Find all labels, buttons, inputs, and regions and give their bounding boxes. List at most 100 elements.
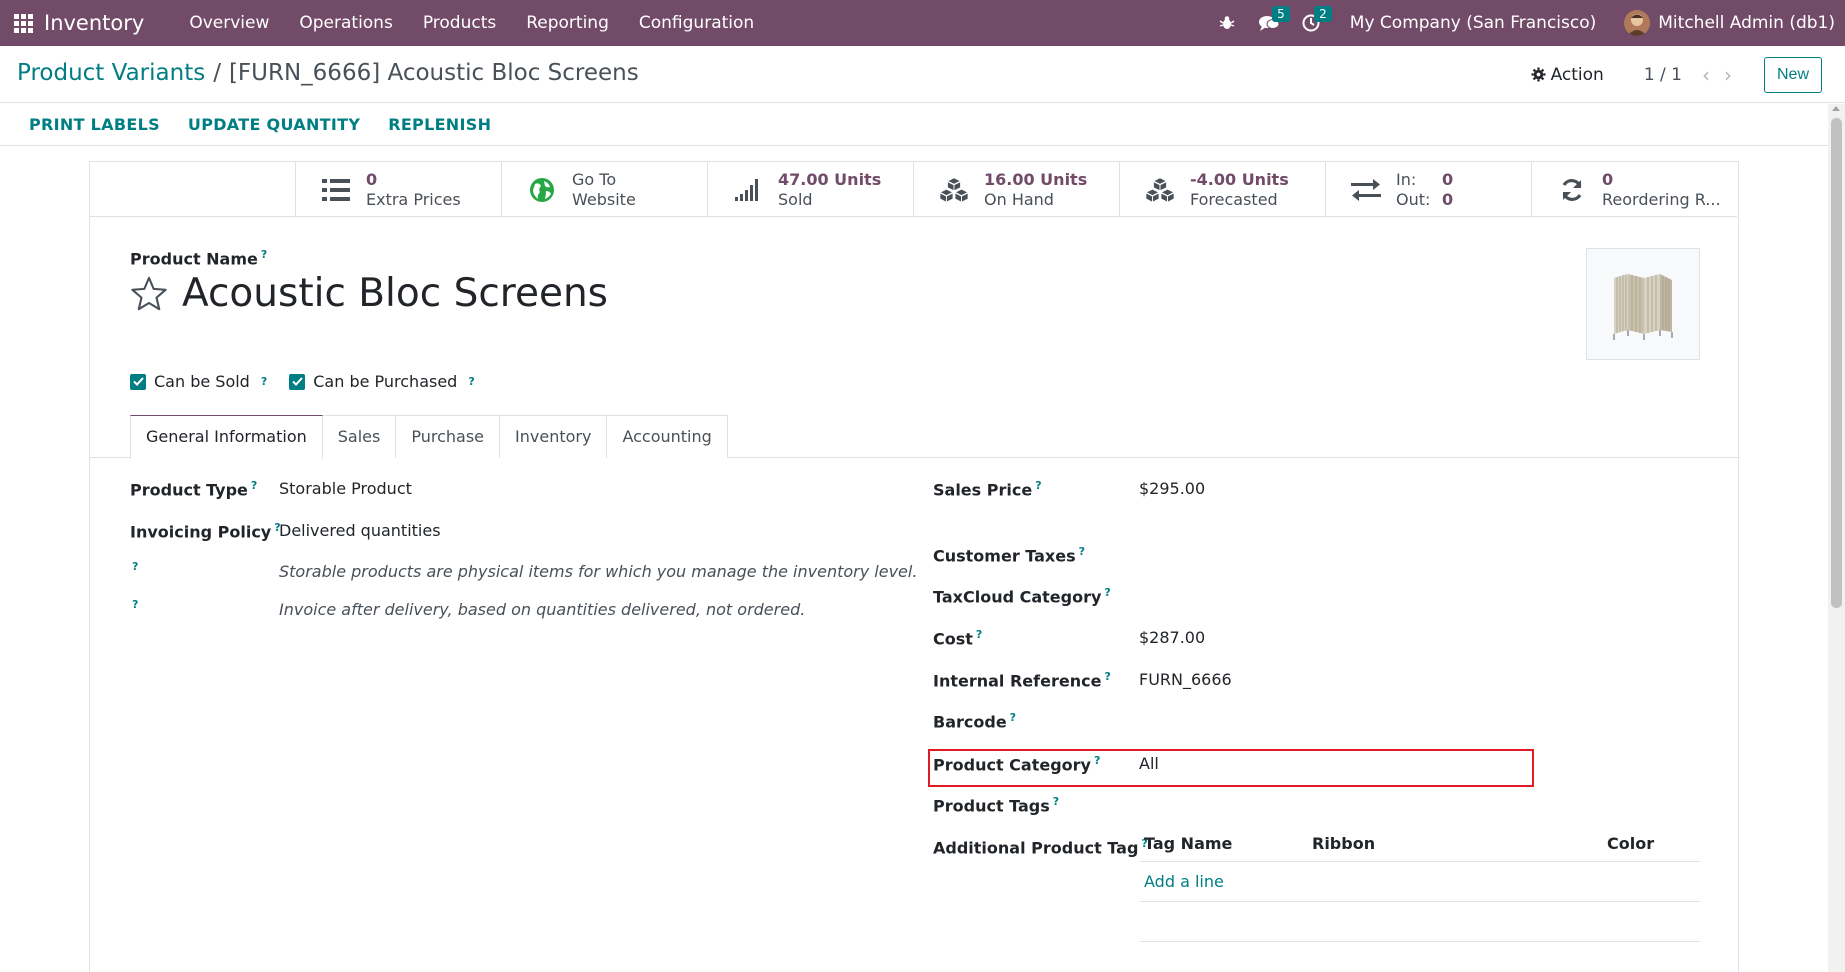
- extra-prices-button[interactable]: 0 Extra Prices: [295, 162, 501, 217]
- product-category-field[interactable]: All: [1139, 754, 1159, 773]
- can-be-sold-checkbox[interactable]: Can be Sold?: [130, 372, 267, 391]
- tab-inventory[interactable]: Inventory: [499, 415, 608, 458]
- forecasted-label: Forecasted: [1190, 189, 1278, 209]
- action-label: Action: [1550, 64, 1604, 85]
- invoicing-policy-select[interactable]: Delivered quantities: [279, 521, 441, 540]
- action-menu-button[interactable]: Action: [1531, 65, 1604, 85]
- user-name: Mitchell Admin (db1): [1658, 13, 1835, 33]
- breadcrumb: Product Variants / [FURN_6666] Acoustic …: [17, 60, 639, 86]
- out-value: 0: [1442, 189, 1454, 209]
- pager-value[interactable]: 1 / 1: [1644, 65, 1682, 85]
- help-tooltip-icon[interactable]: ?: [468, 375, 474, 388]
- in-out-button[interactable]: In: 0 Out: 0: [1325, 162, 1531, 217]
- app-name[interactable]: Inventory: [44, 11, 144, 35]
- activities-clock-icon[interactable]: 2: [1290, 0, 1332, 46]
- exchange-icon: [1350, 174, 1382, 206]
- gear-icon: [1531, 67, 1546, 82]
- product-name-label-text: Product Name: [130, 249, 258, 269]
- scroll-thumb[interactable]: [1831, 118, 1842, 608]
- favorite-star-icon[interactable]: [130, 275, 168, 313]
- breadcrumb-parent-link[interactable]: Product Variants: [17, 60, 205, 86]
- on-hand-label: On Hand: [984, 189, 1054, 209]
- control-panel: Product Variants / [FURN_6666] Acoustic …: [0, 46, 1845, 103]
- top-navbar: Inventory Overview Operations Products R…: [0, 0, 1845, 46]
- company-switcher[interactable]: My Company (San Francisco): [1350, 13, 1596, 33]
- list-icon: [320, 174, 352, 206]
- menu-reporting[interactable]: Reporting: [511, 0, 624, 46]
- form-sheet: 0 Extra Prices Go To Website 47.00 Units…: [89, 161, 1740, 972]
- cubes-icon: [1144, 174, 1176, 206]
- replenish-button[interactable]: REPLENISH: [388, 115, 491, 134]
- breadcrumb-separator: /: [213, 60, 221, 86]
- column-ribbon[interactable]: Ribbon: [1312, 834, 1607, 853]
- menu-products[interactable]: Products: [408, 0, 511, 46]
- sales-price-field[interactable]: $295.00: [1139, 479, 1205, 498]
- main-menu: Overview Operations Products Reporting C…: [174, 0, 769, 46]
- cost-field[interactable]: $287.00: [1139, 628, 1205, 647]
- tab-purchase[interactable]: Purchase: [395, 415, 501, 458]
- invoicing-policy-help-text: Invoice after delivery, based on quantit…: [279, 600, 806, 619]
- refresh-icon: [1556, 174, 1588, 206]
- on-hand-button[interactable]: 16.00 Units On Hand: [913, 162, 1119, 217]
- update-quantity-button[interactable]: UPDATE QUANTITY: [188, 115, 360, 134]
- product-name-field[interactable]: Acoustic Bloc Screens: [182, 271, 608, 316]
- pager-previous-icon[interactable]: ‹: [1702, 63, 1710, 87]
- product-image[interactable]: [1586, 248, 1700, 360]
- pager-next-icon[interactable]: ›: [1724, 63, 1732, 87]
- reordering-rules-button[interactable]: 0 Reordering R...: [1531, 162, 1737, 217]
- customer-taxes-label: Customer Taxes?: [933, 545, 1086, 566]
- checkbox-checked-icon[interactable]: [289, 373, 306, 390]
- internal-reference-field[interactable]: FURN_6666: [1139, 670, 1232, 689]
- tab-sales[interactable]: Sales: [321, 415, 397, 458]
- go-to-website-button[interactable]: Go To Website: [501, 162, 707, 217]
- help-tooltip-icon[interactable]: ?: [261, 248, 267, 261]
- smart-button-box: 0 Extra Prices Go To Website 47.00 Units…: [295, 162, 1737, 217]
- tab-accounting[interactable]: Accounting: [606, 415, 728, 458]
- add-a-line-link[interactable]: Add a line: [1144, 872, 1224, 891]
- menu-overview[interactable]: Overview: [174, 0, 284, 46]
- new-button[interactable]: New: [1763, 56, 1822, 93]
- cost-label: Cost?: [933, 628, 983, 649]
- taxcloud-category-label: TaxCloud Category?: [933, 586, 1111, 607]
- globe-icon: [526, 174, 558, 206]
- messages-icon[interactable]: 5: [1248, 0, 1290, 46]
- units-sold-button[interactable]: 47.00 Units Sold: [707, 162, 913, 217]
- tab-general-information[interactable]: General Information: [130, 415, 323, 459]
- product-tags-label: Product Tags?: [933, 795, 1060, 816]
- reordering-label: Reordering R...: [1602, 189, 1721, 209]
- invoicing-policy-label: Invoicing Policy?: [130, 521, 281, 542]
- column-tag-name[interactable]: Tag Name: [1140, 834, 1312, 853]
- can-be-purchased-checkbox[interactable]: Can be Purchased?: [289, 372, 475, 391]
- help-tooltip-icon[interactable]: ?: [132, 560, 138, 573]
- product-category-label: Product Category?: [933, 754, 1101, 775]
- units-sold-value: 47.00 Units: [778, 169, 882, 189]
- reordering-count: 0: [1602, 169, 1614, 189]
- print-labels-button[interactable]: PRINT LABELS: [29, 115, 160, 134]
- user-menu[interactable]: Mitchell Admin (db1): [1624, 10, 1835, 36]
- menu-configuration[interactable]: Configuration: [624, 0, 769, 46]
- messages-badge: 5: [1272, 6, 1290, 22]
- add-a-line-row: Add a line: [1140, 862, 1700, 902]
- menu-operations[interactable]: Operations: [284, 0, 407, 46]
- column-color[interactable]: Color: [1607, 834, 1700, 853]
- website-label: Website: [572, 189, 636, 209]
- apps-menu-icon[interactable]: [0, 0, 46, 46]
- product-type-select[interactable]: Storable Product: [279, 479, 412, 498]
- scroll-up-arrow-icon[interactable]: [1832, 106, 1840, 111]
- debug-bug-icon[interactable]: [1206, 0, 1248, 46]
- cubes-icon: [938, 174, 970, 206]
- product-type-label: Product Type?: [130, 479, 258, 500]
- table-row: [1140, 902, 1700, 942]
- help-tooltip-icon[interactable]: ?: [132, 598, 138, 611]
- help-tooltip-icon[interactable]: ?: [261, 375, 267, 388]
- checkbox-checked-icon[interactable]: [130, 373, 146, 390]
- extra-prices-label: Extra Prices: [366, 189, 461, 209]
- internal-reference-label: Internal Reference?: [933, 670, 1111, 691]
- on-hand-value: 16.00 Units: [984, 169, 1088, 189]
- avatar: [1624, 10, 1651, 36]
- can-be-purchased-label: Can be Purchased: [313, 372, 458, 391]
- units-sold-label: Sold: [778, 189, 813, 209]
- forecasted-button[interactable]: -4.00 Units Forecasted: [1119, 162, 1325, 217]
- vertical-scrollbar[interactable]: [1828, 104, 1845, 972]
- barcode-label: Barcode?: [933, 711, 1017, 732]
